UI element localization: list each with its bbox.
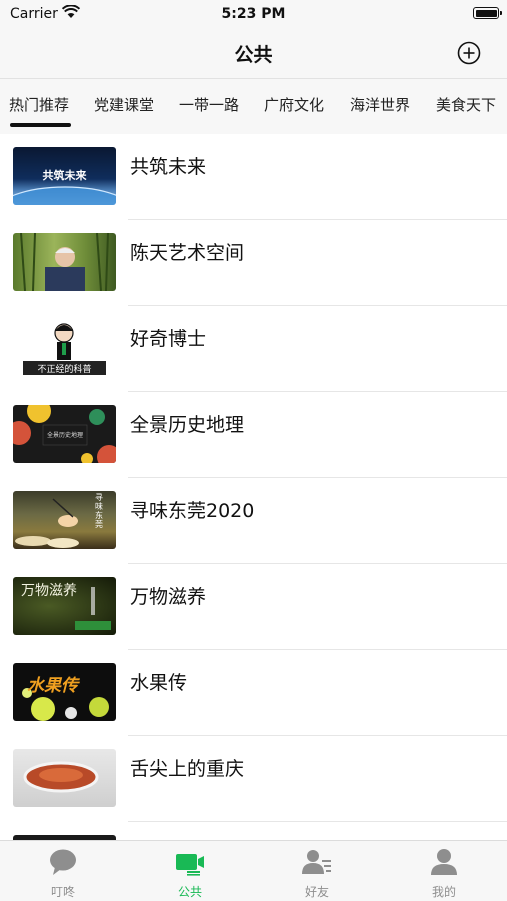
tabbar-label: 叮咚 <box>50 885 75 899</box>
tab-belt-road[interactable]: 一带一路 <box>179 94 239 115</box>
list-item[interactable] <box>0 822 507 840</box>
list-item[interactable]: 不正经的科普 好奇博士 <box>0 306 507 392</box>
thumbnail-caption: 全景历史地理 <box>46 432 83 439</box>
contacts-icon <box>302 850 331 874</box>
thumbnail-caption: 万物滋养 <box>21 583 77 599</box>
channel-thumbnail <box>13 233 116 291</box>
list-item[interactable]: 全景历史地理 全景历史地理 <box>0 392 507 478</box>
category-tabs: 热门推荐 党建课堂 一带一路 广府文化 海洋世界 美食天下 <box>0 79 507 134</box>
channel-thumbnail: 寻味东莞 <box>13 491 116 549</box>
tab-bar: 叮咚 公共 好友 我的 <box>0 840 507 901</box>
tabbar-label: 好友 <box>304 885 329 899</box>
chat-bubble-icon <box>50 849 76 875</box>
list-item[interactable]: 陈天艺术空间 <box>0 220 507 306</box>
list-item[interactable]: 共筑未来 共筑未来 <box>0 134 507 220</box>
battery-icon <box>473 7 502 19</box>
list-item[interactable]: 舌尖上的重庆 <box>0 736 507 822</box>
channel-thumbnail: 不正经的科普 <box>13 319 116 377</box>
thumbnail-caption: 水果传 <box>27 676 78 696</box>
channel-thumbnail: 水果传 <box>13 663 116 721</box>
tabbar-label: 我的 <box>431 885 456 899</box>
tab-ocean[interactable]: 海洋世界 <box>350 94 410 115</box>
channel-title: 全景历史地理 <box>130 414 245 436</box>
tab-hot[interactable]: 热门推荐 <box>9 94 69 115</box>
tv-icon <box>176 854 204 876</box>
channel-thumbnail: 共筑未来 <box>13 147 116 205</box>
tabbar-friends[interactable]: 好友 <box>254 841 380 901</box>
add-circle-icon[interactable] <box>457 41 481 65</box>
channel-title: 好奇博士 <box>130 328 207 350</box>
thumbnail-caption: 不正经的科普 <box>37 365 92 375</box>
person-icon <box>431 849 457 875</box>
channel-title: 共筑未来 <box>130 156 207 178</box>
thumbnail-caption: 寻味东莞 <box>95 493 103 529</box>
channel-list: 共筑未来 共筑未来 陈天艺术空间 不正经的科普 好奇博士 全景历史地理 全景历史… <box>0 134 507 840</box>
page-title: 公共 <box>234 44 273 66</box>
clock: 5:23 PM <box>221 6 286 22</box>
list-item[interactable]: 万物滋养 万物滋养 <box>0 564 507 650</box>
thumbnail-caption: 共筑未来 <box>42 169 87 182</box>
tabbar-label: 公共 <box>177 885 202 899</box>
tab-guangfu[interactable]: 广府文化 <box>264 94 324 115</box>
tab-party[interactable]: 党建课堂 <box>94 94 154 115</box>
channel-title: 寻味东莞2020 <box>130 500 255 522</box>
tabbar-mine[interactable]: 我的 <box>381 841 507 901</box>
channel-title: 万物滋养 <box>130 586 207 608</box>
status-bar: Carrier 5:23 PM <box>0 0 507 28</box>
channel-title: 舌尖上的重庆 <box>130 758 245 780</box>
tabbar-public[interactable]: 公共 <box>127 841 253 901</box>
channel-thumbnail: 全景历史地理 <box>13 405 116 463</box>
list-item[interactable]: 寻味东莞 寻味东莞2020 <box>0 478 507 564</box>
tabbar-dingdong[interactable]: 叮咚 <box>0 841 126 901</box>
channel-thumbnail: 万物滋养 <box>13 577 116 635</box>
channel-title: 陈天艺术空间 <box>130 242 245 264</box>
list-item[interactable]: 水果传 水果传 <box>0 650 507 736</box>
tab-food[interactable]: 美食天下 <box>436 94 496 115</box>
channel-thumbnail <box>13 749 116 807</box>
nav-bar: 公共 <box>0 28 507 79</box>
channel-title: 水果传 <box>130 672 188 694</box>
active-tab-indicator <box>10 123 71 127</box>
